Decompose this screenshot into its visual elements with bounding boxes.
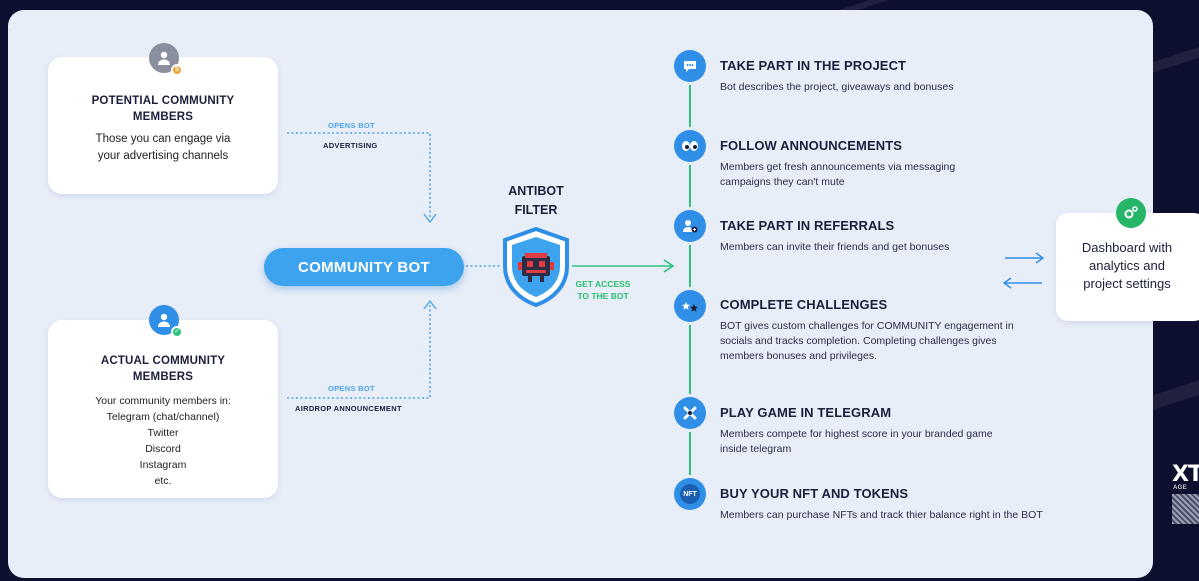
- verified-user-avatar-icon: ✓: [149, 305, 183, 338]
- step-desc: Members can invite their friends and get…: [720, 241, 950, 253]
- list-item: Discord: [145, 443, 181, 455]
- timeline-line: [689, 62, 691, 502]
- gear-icon: [1116, 198, 1146, 228]
- antibot-title-line2: FILTER: [514, 203, 558, 217]
- actual-members-list: Your community members in: Telegram (cha…: [48, 385, 278, 489]
- eyes-icon: [674, 130, 706, 162]
- step-title: PLAY GAME IN TELEGRAM: [720, 405, 892, 420]
- logo-pattern: [1172, 494, 1199, 524]
- step-title: FOLLOW ANNOUNCEMENTS: [720, 138, 903, 153]
- potential-members-title: POTENTIAL COMMUNITY MEMBERS: [91, 95, 235, 123]
- xt-logo-subtext: AGE: [1173, 485, 1187, 491]
- actual-members-title: ACTUAL COMMUNITY MEMBERS: [100, 355, 226, 383]
- list-item: Instagram: [139, 459, 187, 471]
- antibot-title-line1: ANTIBOT: [508, 184, 564, 198]
- list-item: Twitter: [147, 427, 179, 439]
- stars-icon: [674, 290, 706, 322]
- check-badge-icon: ✓: [171, 326, 183, 338]
- dashboard-card: Dashboard with analytics and project set…: [1056, 213, 1199, 321]
- potential-members-card: POTENTIAL COMMUNITY MEMBERS Those you ca…: [48, 57, 278, 194]
- list-item: etc.: [154, 475, 172, 487]
- nft-icon: NFT: [674, 478, 706, 510]
- step-desc: Members compete for highest score in you…: [720, 428, 993, 455]
- chat-bubble-icon: [674, 50, 706, 82]
- shield-robot-icon: [503, 226, 569, 308]
- add-user-icon: [674, 210, 706, 242]
- airdrop-label: AIRDROP ANNOUNCEMENT: [295, 404, 402, 413]
- antibot-filter-title: ANTIBOT FILTER: [492, 182, 580, 220]
- opens-bot-label-top: OPENS BOT: [328, 121, 375, 130]
- user-avatar-icon: $: [149, 43, 183, 76]
- get-access-line1: GET ACCESS: [575, 279, 631, 289]
- step-desc: Members get fresh announcements via mess…: [720, 161, 956, 188]
- community-bot-pill: COMMUNITY BOT: [264, 248, 464, 286]
- coin-badge-icon: $: [171, 64, 183, 76]
- list-item: Telegram (chat/channel): [106, 411, 220, 423]
- step-title: BUY YOUR NFT AND TOKENS: [720, 486, 909, 501]
- step-title: TAKE PART IN REFERRALS: [720, 218, 895, 233]
- actual-members-card: ACTUAL COMMUNITY MEMBERS Your community …: [48, 320, 278, 498]
- dashboard-line3: project settings: [1083, 276, 1171, 291]
- potential-members-desc: Those you can engage via your advertisin…: [95, 133, 231, 162]
- nft-icon-text: NFT: [680, 484, 700, 504]
- step-desc: Members can purchase NFTs and track thie…: [720, 509, 1043, 521]
- get-access-label: GET ACCESS TO THE BOT: [575, 278, 631, 302]
- advertising-label: ADVERTISING: [323, 141, 378, 150]
- step-desc: BOT gives custom challenges for COMMUNIT…: [720, 320, 1014, 362]
- dashboard-line1: Dashboard with: [1081, 240, 1173, 255]
- xt-logo: XT: [1172, 462, 1199, 487]
- dashboard-line2: analytics and: [1089, 258, 1165, 273]
- step-title: COMPLETE CHALLENGES: [720, 297, 888, 312]
- list-item: Your community members in:: [95, 395, 231, 407]
- gamepad-icon: [674, 397, 706, 429]
- step-desc: Bot describes the project, giveaways and…: [720, 81, 954, 93]
- get-access-line2: TO THE BOT: [577, 291, 629, 301]
- step-title: TAKE PART IN THE PROJECT: [720, 58, 907, 73]
- opens-bot-label-bottom: OPENS BOT: [328, 384, 375, 393]
